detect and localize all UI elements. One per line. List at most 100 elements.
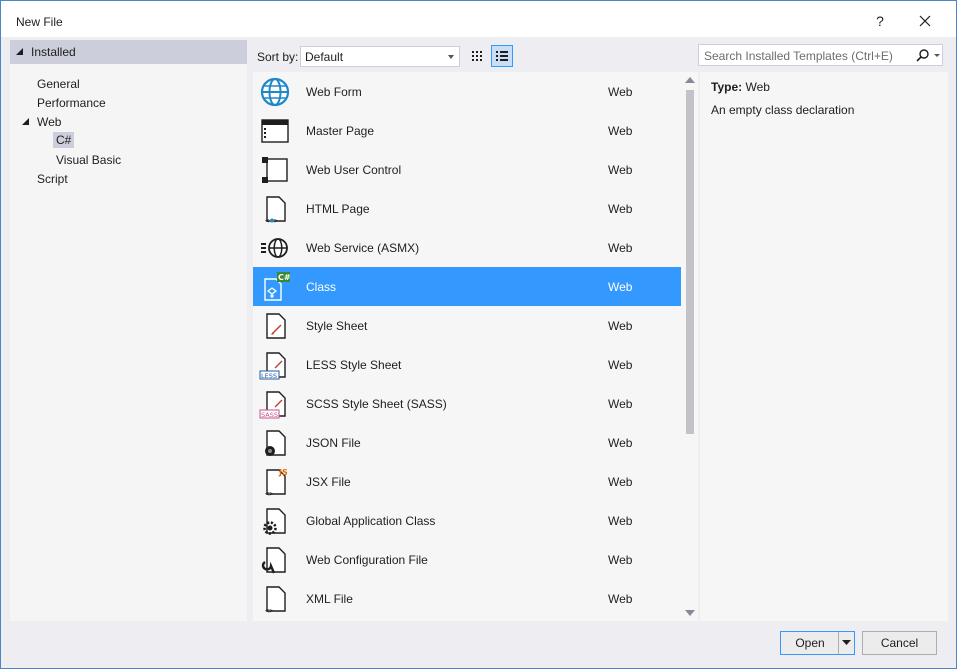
template-row-style-sheet[interactable]: Style Sheet Web (253, 306, 681, 345)
template-row-web-form[interactable]: Web Form Web (253, 72, 681, 111)
tree-node-script[interactable]: Script (37, 172, 68, 186)
template-name: Global Application Class (306, 514, 436, 528)
svg-text:<>: <> (265, 607, 273, 615)
tree-node-performance[interactable]: Performance (37, 96, 106, 110)
svg-text:>: > (274, 217, 278, 225)
template-type: Web (608, 241, 633, 255)
template-type: Web (608, 85, 633, 99)
template-type: Web (608, 514, 633, 528)
template-row-web-user-control[interactable]: Web User Control Web (253, 150, 681, 189)
sort-by-dropdown[interactable]: Default (300, 46, 460, 67)
template-name: SCSS Style Sheet (SASS) (306, 397, 447, 411)
template-type: Web (608, 436, 633, 450)
type-line: Type: Web (711, 80, 770, 94)
globe-icon (259, 76, 291, 108)
list-view-icon (496, 51, 508, 61)
open-button[interactable]: Open (780, 631, 855, 655)
close-icon (919, 15, 931, 27)
template-row-web-service-asmx[interactable]: Web Service (ASMX) Web (253, 228, 681, 267)
jsx-icon: JS <> (259, 466, 291, 498)
template-row-xml-file[interactable]: <> XML File Web (253, 579, 681, 618)
template-name: Web Form (306, 85, 362, 99)
dialog-title: New File (16, 15, 63, 29)
title-bar: New File ? (1, 1, 956, 37)
template-row-global-application-class[interactable]: Global Application Class Web (253, 501, 681, 540)
gear-page-icon (259, 505, 291, 537)
close-button[interactable] (911, 9, 939, 33)
template-name: Class (306, 280, 337, 294)
json-icon (259, 427, 291, 459)
template-type: Web (608, 592, 633, 606)
tree-node-csharp[interactable]: C# (53, 132, 75, 148)
cancel-button[interactable]: Cancel (862, 631, 937, 655)
template-name: Web Service (ASMX) (306, 241, 420, 255)
less-icon: LESS (259, 349, 291, 381)
svg-text:<: < (265, 217, 269, 225)
web-service-icon (259, 232, 291, 264)
template-row-json-file[interactable]: JSON File Web (253, 423, 681, 462)
search-templates-input[interactable]: Search Installed Templates (Ctrl+E) (698, 44, 943, 66)
template-type: Web (608, 397, 633, 411)
template-row-master-page[interactable]: Master Page Web (253, 111, 681, 150)
scrollbar-thumb[interactable] (686, 90, 694, 434)
template-type: Web (608, 358, 633, 372)
dropdown-arrow-icon[interactable] (842, 640, 851, 646)
template-name: XML File (306, 592, 353, 606)
template-row-less-style-sheet[interactable]: LESS LESS Style Sheet Web (253, 345, 681, 384)
template-row-web-configuration-file[interactable]: Web Configuration File Web (253, 540, 681, 579)
template-type: Web (608, 163, 633, 177)
wrench-page-icon (259, 544, 291, 576)
template-type: Web (608, 475, 633, 489)
template-list-scrollbar[interactable] (682, 72, 698, 621)
svg-text:<>: <> (265, 490, 273, 498)
grid-view-icon (472, 51, 482, 61)
template-name: JSON File (306, 436, 361, 450)
type-value: Web (745, 80, 770, 94)
template-row-jsx-file[interactable]: JS <> JSX File Web (253, 462, 681, 501)
csharp-class-icon: C# (259, 271, 291, 303)
style-sheet-icon (259, 310, 291, 342)
sass-icon: SASS (259, 388, 291, 420)
open-button-label: Open (795, 636, 825, 650)
tree-node-web[interactable]: Web (37, 115, 61, 129)
small-icons-view-button[interactable] (466, 45, 488, 67)
template-name: Master Page (306, 124, 375, 138)
list-view-button[interactable] (491, 45, 513, 67)
template-name: LESS Style Sheet (306, 358, 402, 372)
svg-text:JS: JS (278, 468, 288, 477)
search-placeholder: Search Installed Templates (Ctrl+E) (704, 49, 893, 63)
dropdown-arrow-icon (448, 55, 454, 59)
tree-node-general[interactable]: General (37, 77, 80, 91)
tree-node-installed[interactable]: Installed (10, 40, 247, 64)
scroll-down-arrow-icon[interactable] (685, 610, 695, 616)
svg-text:SASS: SASS (261, 411, 278, 419)
tree-node-installed-label: Installed (31, 45, 76, 59)
expanded-triangle-icon (22, 118, 29, 125)
template-type: Web (608, 280, 633, 294)
template-row-html-page[interactable]: < > HTML Page Web (253, 189, 681, 228)
svg-text:C#: C# (278, 273, 291, 282)
tree-node-visual-basic[interactable]: Visual Basic (56, 153, 121, 167)
template-name: Web User Control (306, 163, 402, 177)
help-button[interactable]: ? (869, 9, 891, 33)
template-name: HTML Page (306, 202, 370, 216)
type-label: Type: (711, 80, 743, 94)
new-file-dialog: New File ? Installed General Performance… (0, 0, 957, 669)
template-row-class[interactable]: C# Class Web (253, 267, 681, 306)
user-control-icon (259, 154, 291, 186)
template-row-scss-style-sheet-sass[interactable]: SASS SCSS Style Sheet (SASS) Web (253, 384, 681, 423)
svg-text:LESS: LESS (261, 372, 277, 380)
html-page-icon: < > (259, 193, 291, 225)
xml-icon: <> (259, 583, 291, 615)
search-icon[interactable] (915, 48, 941, 64)
template-name: Style Sheet (306, 319, 368, 333)
template-type: Web (608, 553, 633, 567)
details-panel: Type: Web An empty class declaration (700, 72, 948, 621)
master-page-icon (259, 115, 291, 147)
template-list: Web Form Web Master Page Web Web User Contro… (253, 72, 698, 621)
scroll-up-arrow-icon[interactable] (685, 77, 695, 83)
expanded-triangle-icon (16, 48, 23, 55)
template-type: Web (608, 319, 633, 333)
template-type: Web (608, 124, 633, 138)
split-divider (838, 632, 839, 654)
